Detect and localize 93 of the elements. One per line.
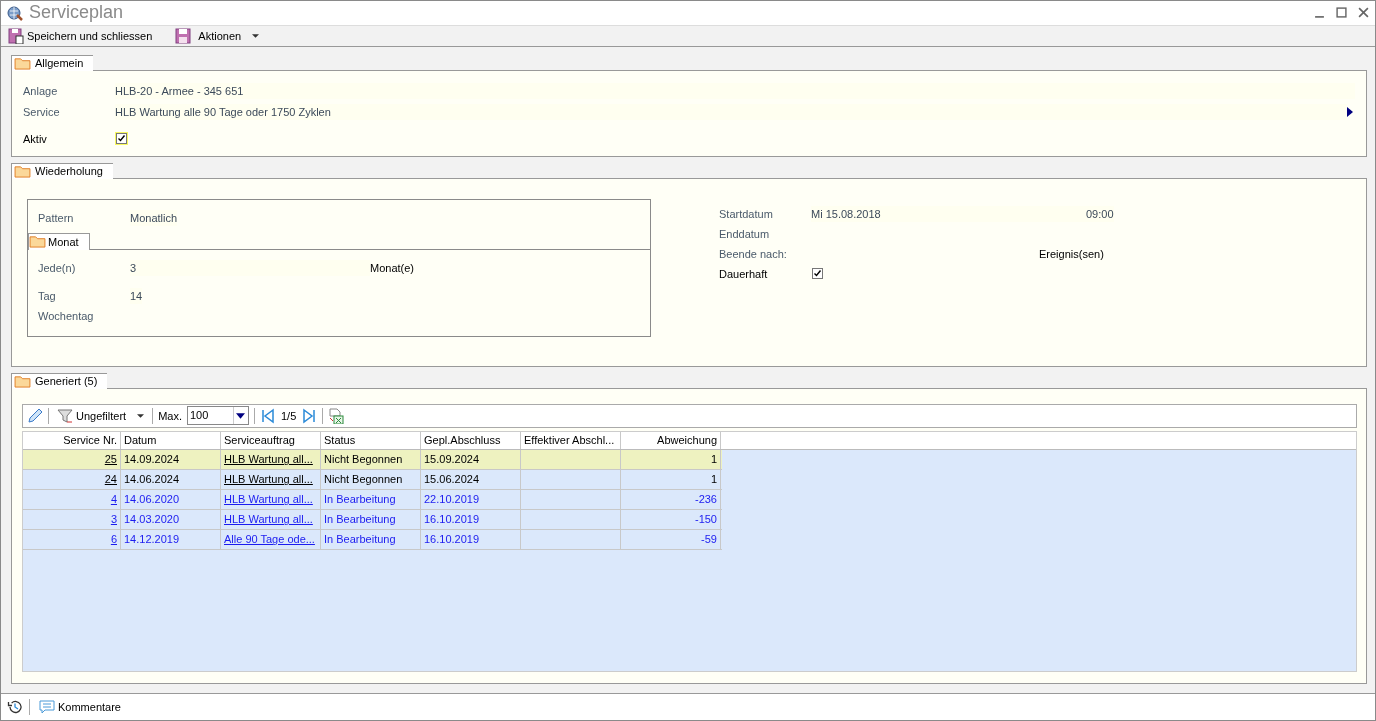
history-icon[interactable] xyxy=(7,699,23,716)
actions-menu-button[interactable]: Aktionen xyxy=(195,26,263,45)
comment-icon xyxy=(39,699,55,716)
field-label: Aktiv xyxy=(23,132,48,145)
filter-icon xyxy=(57,408,73,424)
table-cell: 22.10.2019 xyxy=(421,490,521,509)
field-label: Jede(n) xyxy=(38,261,77,274)
field-label: Pattern xyxy=(38,211,75,224)
field-label: Wochentag xyxy=(38,309,95,322)
field-value[interactable]: 3 xyxy=(130,259,370,276)
column-header[interactable]: Serviceauftrag xyxy=(221,432,321,449)
last-page-icon[interactable] xyxy=(301,408,318,424)
pencil-icon[interactable] xyxy=(27,408,43,424)
close-icon[interactable] xyxy=(1358,7,1369,19)
column-header[interactable]: Status xyxy=(321,432,421,449)
field-label: Startdatum xyxy=(719,207,774,220)
window-title: Serviceplan xyxy=(29,2,124,24)
table-cell: Nicht Begonnen xyxy=(321,450,421,469)
save-icon[interactable] xyxy=(175,27,192,44)
link-cell[interactable]: HLB Wartung all... xyxy=(221,490,321,509)
table-cell: 14.12.2019 xyxy=(121,530,221,549)
permanent-checkbox[interactable] xyxy=(811,267,824,281)
month-tab[interactable]: Monat xyxy=(28,232,90,250)
excel-export-icon[interactable] xyxy=(328,408,345,424)
active-checkbox[interactable] xyxy=(115,132,128,146)
section-title: Wiederholung xyxy=(35,165,103,178)
table-cell: 14.06.2020 xyxy=(121,490,221,509)
column-header[interactable]: Abweichung xyxy=(621,432,721,449)
table-cell: 16.10.2019 xyxy=(421,530,521,549)
table-cell: -236 xyxy=(621,490,721,509)
field-label: Enddatum xyxy=(719,227,771,240)
table-row[interactable]: 24 14.06.2024 HLB Wartung all... Nicht Begonnen 15.06.2024 1 xyxy=(23,470,722,490)
max-label: Max. xyxy=(158,410,182,422)
table-cell: 14.09.2024 xyxy=(121,450,221,469)
link-cell[interactable]: Alle 90 Tage ode... xyxy=(221,530,321,549)
table-cell: 14.06.2024 xyxy=(121,470,221,489)
save-document-icon xyxy=(8,27,24,44)
field-label: Beende nach: xyxy=(719,247,788,260)
table-row[interactable]: 6 14.12.2019 Alle 90 Tage ode... In Bearbeitung 16.10.2019 -59 xyxy=(23,530,722,550)
link-cell[interactable]: 25 xyxy=(23,450,121,469)
table-cell: -150 xyxy=(621,510,721,529)
table-row[interactable]: 25 14.09.2024 HLB Wartung all... Nicht Begonnen 15.09.2024 1 xyxy=(23,450,722,470)
table-cell: 16.10.2019 xyxy=(421,510,521,529)
link-cell[interactable]: HLB Wartung all... xyxy=(221,510,321,529)
unit-label: Monat(e) xyxy=(370,261,415,274)
table-cell: In Bearbeitung xyxy=(321,530,421,549)
field-label: Tag xyxy=(38,289,57,302)
table-cell: 1 xyxy=(621,450,721,469)
table-row[interactable]: 3 14.03.2020 HLB Wartung all... In Bearbeitung 16.10.2019 -150 xyxy=(23,510,722,530)
field-label: Service xyxy=(23,106,61,119)
column-header[interactable]: Service Nr. xyxy=(23,432,121,449)
section-title: Generiert (5) xyxy=(35,375,98,388)
unit-label: Ereignis(sen) xyxy=(1039,247,1104,260)
filter-dropdown[interactable]: Ungefiltert xyxy=(54,407,148,425)
section-title: Allgemein xyxy=(35,57,84,70)
caret-icon xyxy=(137,414,145,418)
column-header[interactable]: Effektiver Abschl... xyxy=(521,432,621,449)
max-combo[interactable]: 100 xyxy=(187,406,249,426)
globe-wrench-icon xyxy=(7,4,23,21)
table-cell: 14.03.2020 xyxy=(121,510,221,529)
page-indicator: 1/5 xyxy=(281,410,297,422)
link-cell[interactable]: 24 xyxy=(23,470,121,489)
dropdown-arrow-icon xyxy=(236,413,246,419)
table-cell: -59 xyxy=(621,530,721,549)
field-label: Anlage xyxy=(23,85,59,98)
field-label: Dauerhaft xyxy=(719,267,769,280)
time-field[interactable]: 09:00 xyxy=(1086,205,1114,222)
play-arrow-icon[interactable] xyxy=(1347,107,1353,118)
folder-icon xyxy=(29,235,46,249)
link-cell[interactable]: HLB Wartung all... xyxy=(221,470,321,489)
link-cell[interactable]: 6 xyxy=(23,530,121,549)
table-cell: In Bearbeitung xyxy=(321,490,421,509)
field-value[interactable]: HLB Wartung alle 90 Tage oder 1750 Zyklen xyxy=(115,104,1347,121)
column-header[interactable]: Datum xyxy=(121,432,221,449)
first-page-icon[interactable] xyxy=(260,408,276,424)
column-header[interactable]: Gepl.Abschluss xyxy=(421,432,521,449)
maximize-icon[interactable] xyxy=(1336,7,1347,19)
table-cell: 15.09.2024 xyxy=(421,450,521,469)
field-value[interactable]: Monatlich xyxy=(130,209,178,226)
link-cell[interactable]: 3 xyxy=(23,510,121,529)
table-cell: In Bearbeitung xyxy=(321,510,421,529)
table-cell: Nicht Begonnen xyxy=(321,470,421,489)
link-cell[interactable]: HLB Wartung all... xyxy=(221,450,321,469)
comments-button[interactable]: Kommentare xyxy=(36,698,124,717)
table-cell: 1 xyxy=(621,470,721,489)
field-value[interactable]: HLB-20 - Armee - 345 651 xyxy=(115,83,1355,100)
link-cell[interactable]: 4 xyxy=(23,490,121,509)
field-value[interactable]: 14 xyxy=(130,287,143,304)
table-cell: 15.06.2024 xyxy=(421,470,521,489)
save-and-close-button[interactable]: Speichern und schliessen xyxy=(5,26,156,45)
table-row[interactable]: 4 14.06.2020 HLB Wartung all... In Bearbeitung 22.10.2019 -236 xyxy=(23,490,722,510)
caret-icon xyxy=(252,33,260,38)
date-field[interactable]: Mi 15.08.2018 xyxy=(811,205,1086,222)
